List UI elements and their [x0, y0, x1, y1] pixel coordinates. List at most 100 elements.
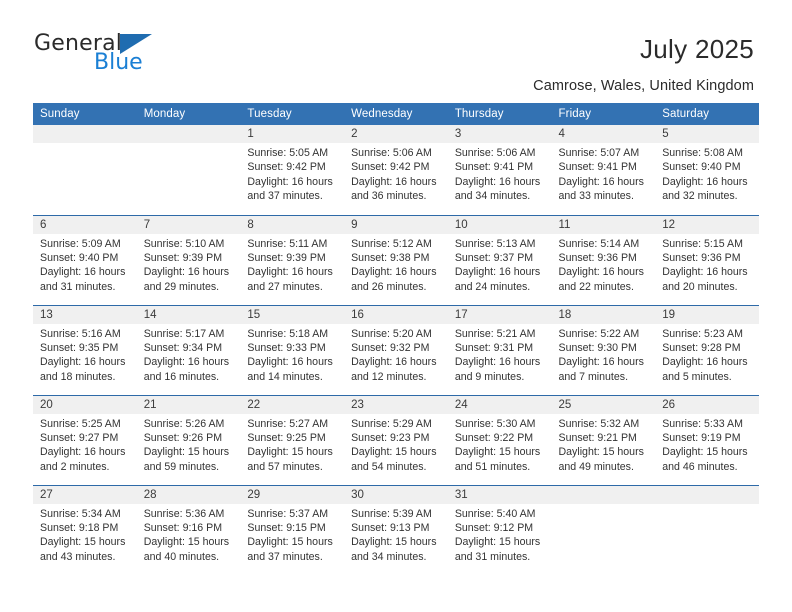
- sunset-text: Sunset: 9:23 PM: [351, 431, 430, 444]
- day-number: 23: [344, 395, 448, 414]
- daylight-text: Daylight: 16 hours and 32 minutes.: [662, 175, 748, 203]
- calendar-grid: Sunday Monday Tuesday Wednesday Thursday…: [33, 103, 759, 575]
- calendar-day-cell[interactable]: 10 Sunrise: 5:13 AM Sunset: 9:37 PM Dayligh…: [447, 214, 552, 305]
- location-subtitle: Camrose, Wales, United Kingdom: [533, 78, 754, 94]
- calendar-day-cell[interactable]: 22 Sunrise: 5:27 AM Sunset: 9:25 PM Dayligh…: [240, 394, 345, 485]
- calendar-day-cell[interactable]: 26 Sunrise: 5:33 AM Sunset: 9:19 PM Dayligh…: [655, 394, 759, 485]
- calendar-day-cell[interactable]: 27 Sunrise: 5:34 AM Sunset: 9:18 PM Dayligh…: [33, 484, 137, 575]
- calendar-day-cell[interactable]: 5 Sunrise: 5:08 AM Sunset: 9:40 PM Daylight…: [655, 125, 759, 215]
- calendar-day-cell[interactable]: 15 Sunrise: 5:18 AM Sunset: 9:33 PM Dayligh…: [240, 304, 345, 395]
- calendar-day-cell[interactable]: 1 Sunrise: 5:05 AM Sunset: 9:42 PM Daylight…: [240, 125, 345, 215]
- sunrise-text: Sunrise: 5:07 AM: [558, 147, 640, 159]
- weekday-header-saturday: Saturday: [655, 103, 759, 125]
- calendar-day-cell[interactable]: 17 Sunrise: 5:21 AM Sunset: 9:31 PM Dayligh…: [447, 304, 552, 395]
- day-details: Sunrise: 5:33 AM Sunset: 9:19 PM Daylight:…: [655, 414, 759, 475]
- day-number: 2: [344, 125, 448, 143]
- daylight-text: Daylight: 16 hours and 26 minutes.: [351, 266, 437, 293]
- day-number: 18: [551, 305, 656, 324]
- calendar-day-cell[interactable]: 2 Sunrise: 5:06 AM Sunset: 9:42 PM Daylight…: [344, 125, 448, 215]
- calendar-day-cell[interactable]: 31 Sunrise: 5:40 AM Sunset: 9:12 PM Dayligh…: [447, 484, 552, 575]
- calendar-day-cell-empty: [33, 125, 137, 215]
- calendar-day-cell[interactable]: 6 Sunrise: 5:09 AM Sunset: 9:40 PM Daylight…: [33, 214, 137, 305]
- sunset-text: Sunset: 9:40 PM: [40, 251, 119, 264]
- day-number: [136, 125, 241, 143]
- sunset-text: Sunset: 9:40 PM: [662, 161, 741, 174]
- daylight-text: Daylight: 15 hours and 54 minutes.: [351, 446, 437, 473]
- sunrise-text: Sunrise: 5:40 AM: [454, 507, 536, 520]
- calendar-week-row: 6 Sunrise: 5:09 AM Sunset: 9:40 PM Daylight…: [33, 214, 759, 305]
- day-number: 24: [447, 395, 552, 414]
- weekday-header-friday: Friday: [551, 103, 656, 125]
- calendar-day-cell[interactable]: 9 Sunrise: 5:12 AM Sunset: 9:38 PM Daylight…: [344, 214, 448, 305]
- day-number: 25: [551, 395, 656, 414]
- daylight-text: Daylight: 16 hours and 18 minutes.: [40, 356, 126, 383]
- sunset-text: Sunset: 9:30 PM: [558, 341, 637, 354]
- calendar-day-cell[interactable]: 30 Sunrise: 5:39 AM Sunset: 9:13 PM Dayligh…: [344, 484, 448, 575]
- calendar-day-cell[interactable]: 20 Sunrise: 5:25 AM Sunset: 9:27 PM Dayligh…: [33, 394, 137, 485]
- day-details: Sunrise: 5:20 AM Sunset: 9:32 PM Daylight:…: [344, 324, 448, 385]
- day-details: Sunrise: 5:09 AM Sunset: 9:40 PM Daylight:…: [33, 234, 137, 295]
- daylight-text: Daylight: 16 hours and 24 minutes.: [454, 266, 541, 293]
- calendar-day-cell[interactable]: 23 Sunrise: 5:29 AM Sunset: 9:23 PM Dayligh…: [344, 394, 448, 485]
- sunrise-text: Sunrise: 5:30 AM: [454, 417, 536, 430]
- calendar-table: Sunday Monday Tuesday Wednesday Thursday…: [33, 103, 759, 575]
- calendar-day-cell[interactable]: 13 Sunrise: 5:16 AM Sunset: 9:35 PM Dayligh…: [33, 304, 137, 395]
- calendar-day-cell[interactable]: 7 Sunrise: 5:10 AM Sunset: 9:39 PM Daylight…: [136, 214, 241, 305]
- weekday-header-tuesday: Tuesday: [240, 103, 345, 125]
- day-details: Sunrise: 5:26 AM Sunset: 9:26 PM Daylight:…: [137, 414, 241, 475]
- day-number: 8: [240, 215, 345, 234]
- day-details: Sunrise: 5:06 AM Sunset: 9:42 PM Daylight:…: [344, 143, 448, 204]
- weekday-header-wednesday: Wednesday: [344, 103, 448, 125]
- sunset-text: Sunset: 9:41 PM: [454, 161, 534, 174]
- sunrise-text: Sunrise: 5:06 AM: [454, 147, 536, 159]
- sunset-text: Sunset: 9:35 PM: [40, 341, 119, 354]
- calendar-day-cell[interactable]: 21 Sunrise: 5:26 AM Sunset: 9:26 PM Dayligh…: [136, 394, 241, 485]
- brand-logo[interactable]: General Blue: [34, 32, 224, 78]
- sunset-text: Sunset: 9:36 PM: [558, 251, 637, 264]
- day-number: 7: [136, 215, 241, 234]
- calendar-day-cell[interactable]: 18 Sunrise: 5:22 AM Sunset: 9:30 PM Dayligh…: [551, 304, 656, 395]
- day-details: Sunrise: 5:36 AM Sunset: 9:16 PM Daylight:…: [137, 504, 241, 565]
- sunset-text: Sunset: 9:38 PM: [351, 251, 430, 264]
- sunrise-text: Sunrise: 5:16 AM: [40, 327, 121, 340]
- page-title: July 2025: [640, 34, 754, 64]
- calendar-day-cell[interactable]: 12 Sunrise: 5:15 AM Sunset: 9:36 PM Dayligh…: [655, 214, 759, 305]
- day-number: 1: [240, 125, 345, 143]
- day-details: Sunrise: 5:34 AM Sunset: 9:18 PM Daylight:…: [33, 504, 137, 565]
- calendar-day-cell[interactable]: 11 Sunrise: 5:14 AM Sunset: 9:36 PM Dayligh…: [551, 214, 656, 305]
- daylight-text: Daylight: 15 hours and 59 minutes.: [143, 446, 230, 473]
- day-details: Sunrise: 5:16 AM Sunset: 9:35 PM Daylight:…: [33, 324, 137, 385]
- day-details: Sunrise: 5:17 AM Sunset: 9:34 PM Daylight:…: [137, 324, 241, 385]
- day-number: 10: [447, 215, 552, 234]
- sunset-text: Sunset: 9:28 PM: [662, 341, 741, 354]
- sunrise-text: Sunrise: 5:05 AM: [247, 147, 329, 159]
- page-header: General Blue July 2025 Camrose, Wales, U…: [0, 0, 792, 95]
- calendar-page: General Blue July 2025 Camrose, Wales, U…: [0, 0, 792, 612]
- sunset-text: Sunset: 9:39 PM: [143, 251, 223, 264]
- calendar-body: 1 Sunrise: 5:05 AM Sunset: 9:42 PM Daylight…: [33, 125, 759, 575]
- day-details: Sunrise: 5:14 AM Sunset: 9:36 PM Daylight:…: [552, 234, 656, 295]
- calendar-day-cell[interactable]: 24 Sunrise: 5:30 AM Sunset: 9:22 PM Dayligh…: [447, 394, 552, 485]
- calendar-day-cell[interactable]: 29 Sunrise: 5:37 AM Sunset: 9:15 PM Dayligh…: [240, 484, 345, 575]
- calendar-day-cell-empty: [551, 484, 656, 575]
- sunrise-text: Sunrise: 5:37 AM: [247, 507, 329, 520]
- calendar-day-cell[interactable]: 25 Sunrise: 5:32 AM Sunset: 9:21 PM Dayligh…: [551, 394, 656, 485]
- day-number: 20: [33, 395, 137, 414]
- daylight-text: Daylight: 15 hours and 49 minutes.: [558, 446, 644, 473]
- calendar-day-cell[interactable]: 8 Sunrise: 5:11 AM Sunset: 9:39 PM Daylight…: [240, 214, 345, 305]
- calendar-day-cell[interactable]: 14 Sunrise: 5:17 AM Sunset: 9:34 PM Dayligh…: [136, 304, 241, 395]
- sunrise-text: Sunrise: 5:18 AM: [247, 327, 329, 340]
- calendar-day-cell[interactable]: 28 Sunrise: 5:36 AM Sunset: 9:16 PM Dayligh…: [136, 484, 241, 575]
- day-details: Sunrise: 5:13 AM Sunset: 9:37 PM Daylight:…: [448, 234, 552, 295]
- daylight-text: Daylight: 16 hours and 34 minutes.: [454, 175, 541, 203]
- calendar-day-cell[interactable]: 4 Sunrise: 5:07 AM Sunset: 9:41 PM Daylight…: [551, 125, 656, 215]
- day-number: 15: [240, 305, 345, 324]
- calendar-day-cell[interactable]: 3 Sunrise: 5:06 AM Sunset: 9:41 PM Daylight…: [447, 125, 552, 215]
- day-number: 12: [655, 215, 759, 234]
- calendar-week-row: 27 Sunrise: 5:34 AM Sunset: 9:18 PM Dayligh…: [33, 484, 759, 575]
- sunset-text: Sunset: 9:33 PM: [247, 341, 326, 354]
- calendar-day-cell[interactable]: 16 Sunrise: 5:20 AM Sunset: 9:32 PM Dayligh…: [344, 304, 448, 395]
- calendar-day-cell[interactable]: 19 Sunrise: 5:23 AM Sunset: 9:28 PM Dayligh…: [655, 304, 759, 395]
- daylight-text: Daylight: 15 hours and 46 minutes.: [662, 446, 748, 473]
- weekday-header-monday: Monday: [136, 103, 241, 125]
